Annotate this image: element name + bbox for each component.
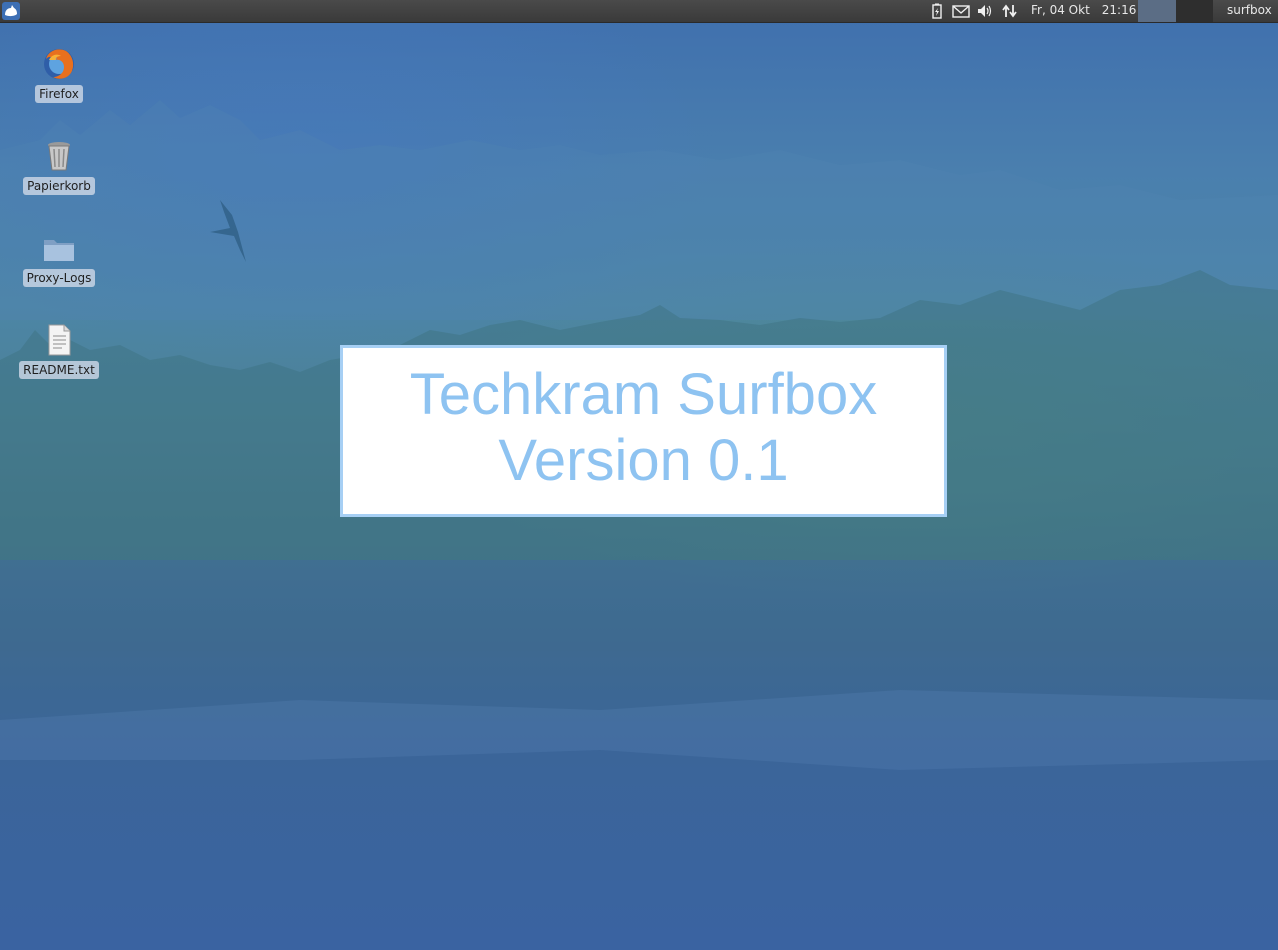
- splash-title: Techkram Surfbox: [409, 362, 878, 427]
- splash-version: Version 0.1: [498, 428, 789, 493]
- applications-menu-button[interactable]: [2, 2, 20, 20]
- volume-icon[interactable]: [976, 3, 994, 19]
- battery-icon[interactable]: [931, 3, 943, 19]
- workspace-1-button[interactable]: [1138, 0, 1176, 22]
- user-label[interactable]: surfbox: [1227, 3, 1272, 17]
- clock-date: Fr, 04 Okt: [1031, 3, 1090, 17]
- desktop-icon-readme[interactable]: README.txt: [14, 323, 104, 379]
- splash-window: Techkram Surfbox Version 0.1: [340, 345, 947, 517]
- desktop-icon-label: Firefox: [35, 85, 83, 103]
- desktop-icon-label: Proxy-Logs: [22, 269, 96, 287]
- desktop-icon-firefox[interactable]: Firefox: [14, 47, 104, 103]
- folder-icon: [42, 231, 76, 265]
- xfce-mouse-icon: [5, 5, 17, 17]
- clock-time: 21:16: [1101, 3, 1137, 17]
- desktop-icon-proxy-logs[interactable]: Proxy-Logs: [14, 231, 104, 287]
- network-updown-icon[interactable]: [1001, 3, 1019, 19]
- workspace-2-button[interactable]: [1176, 0, 1213, 22]
- firefox-icon: [42, 47, 76, 81]
- desktop-icon-label: Papierkorb: [23, 177, 95, 195]
- desktop[interactable]: Fr, 04 Okt 21:16 surfbox Firefox Papierko…: [0, 0, 1278, 950]
- text-file-icon: [42, 323, 76, 357]
- mail-icon[interactable]: [952, 3, 970, 19]
- desktop-icon-papierkorb[interactable]: Papierkorb: [14, 139, 104, 195]
- clock[interactable]: Fr, 04 Okt 21:16: [1031, 3, 1136, 17]
- desktop-icon-label: README.txt: [19, 361, 99, 379]
- top-panel: Fr, 04 Okt 21:16 surfbox: [0, 0, 1278, 23]
- trash-icon: [42, 139, 76, 173]
